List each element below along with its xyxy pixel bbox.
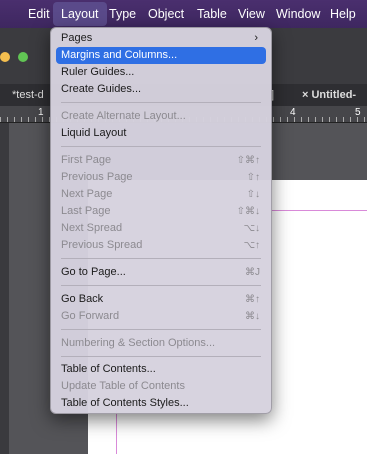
menu-item-previous-spread: Previous Spread ⌥↑ <box>56 237 266 254</box>
ruler-number: 5 <box>355 107 361 118</box>
menu-item-next-page: Next Page ⇧↓ <box>56 186 266 203</box>
menu-item-pages[interactable]: Pages › <box>56 30 266 47</box>
menu-window[interactable]: Window <box>268 0 328 28</box>
menu-item-update-table-of-contents: Update Table of Contents <box>56 378 266 395</box>
menu-item-table-of-contents[interactable]: Table of Contents... <box>56 361 266 378</box>
menu-item-label: Liquid Layout <box>61 127 127 139</box>
menu-item-create-alternate-layout: Create Alternate Layout... <box>56 108 266 125</box>
menu-item-label: Last Page <box>61 205 111 217</box>
menu-separator <box>61 102 261 103</box>
menu-table[interactable]: Table <box>189 0 235 28</box>
menu-bar: Edit Layout Type Object Table View Windo… <box>0 0 367 28</box>
menu-item-label: Ruler Guides... <box>61 66 135 78</box>
menu-item-create-guides[interactable]: Create Guides... <box>56 81 266 98</box>
menu-item-numbering-section-options: Numbering & Section Options... <box>56 335 266 352</box>
menu-type[interactable]: Type <box>101 0 144 28</box>
menu-item-label: Pages <box>61 32 93 44</box>
menu-separator <box>61 258 261 259</box>
menu-item-label: Go Back <box>61 293 104 305</box>
tab-test-document[interactable]: *test-d <box>12 84 44 106</box>
menu-item-label: Margins and Columns... <box>61 49 178 61</box>
menu-item-label: Previous Spread <box>61 239 143 251</box>
zoom-window-icon[interactable] <box>18 52 28 62</box>
shortcut-label: ⇧↑ <box>246 172 260 183</box>
layout-dropdown-menu: Pages › Margins and Columns... Ruler Gui… <box>50 27 272 414</box>
chevron-right-icon: › <box>254 32 258 44</box>
menu-item-label: Table of Contents... <box>61 363 156 375</box>
menu-item-label: Table of Contents Styles... <box>61 397 189 409</box>
margin-guide-horizontal <box>270 210 367 211</box>
menu-item-last-page: Last Page ⇧⌘↓ <box>56 203 266 220</box>
menu-item-ruler-guides[interactable]: Ruler Guides... <box>56 64 266 81</box>
menu-item-go-forward: Go Forward ⌘↓ <box>56 308 266 325</box>
menu-item-margins-and-columns[interactable]: Margins and Columns... <box>56 47 266 64</box>
shortcut-label: ⌥↑ <box>243 240 260 251</box>
shortcut-label: ⌥↓ <box>243 223 260 234</box>
shortcut-label: ⌘↑ <box>245 294 260 305</box>
menu-item-table-of-contents-styles[interactable]: Table of Contents Styles... <box>56 395 266 412</box>
minimize-window-icon[interactable] <box>0 52 10 62</box>
menu-item-label: Previous Page <box>61 171 133 183</box>
menu-object[interactable]: Object <box>140 0 192 28</box>
shortcut-label: ⇧↓ <box>246 189 260 200</box>
menu-separator <box>61 285 261 286</box>
menu-separator <box>61 146 261 147</box>
menu-item-liquid-layout[interactable]: Liquid Layout <box>56 125 266 142</box>
ruler-number: 1 <box>38 107 44 118</box>
shortcut-label: ⌘J <box>245 267 260 278</box>
menu-item-go-back[interactable]: Go Back ⌘↑ <box>56 291 266 308</box>
menu-item-label: First Page <box>61 154 112 166</box>
menu-item-previous-page: Previous Page ⇧↑ <box>56 169 266 186</box>
menu-help[interactable]: Help <box>322 0 364 28</box>
menu-separator <box>61 329 261 330</box>
menu-item-label: Update Table of Contents <box>61 380 185 392</box>
menu-view[interactable]: View <box>230 0 273 28</box>
menu-item-first-page: First Page ⇧⌘↑ <box>56 152 266 169</box>
shortcut-label: ⌘↓ <box>245 311 260 322</box>
menu-item-label: Create Guides... <box>61 83 142 95</box>
menu-item-next-spread: Next Spread ⌥↓ <box>56 220 266 237</box>
tools-panel-edge <box>0 123 9 454</box>
menu-item-go-to-page[interactable]: Go to Page... ⌘J <box>56 264 266 281</box>
margin-guide-vertical <box>116 410 117 454</box>
menu-item-label: Next Spread <box>61 222 123 234</box>
menu-item-label: Create Alternate Layout... <box>61 110 186 122</box>
shortcut-label: ⇧⌘↑ <box>236 155 260 166</box>
menu-item-label: Go to Page... <box>61 266 126 278</box>
menu-item-label: Go Forward <box>61 310 120 322</box>
menu-edit[interactable]: Edit <box>20 0 58 28</box>
menu-layout[interactable]: Layout <box>53 2 107 26</box>
shortcut-label: ⇧⌘↓ <box>236 206 260 217</box>
tab-untitled[interactable]: × Untitled- <box>302 84 356 106</box>
ruler-number: 4 <box>290 107 296 118</box>
menu-separator <box>61 356 261 357</box>
menu-item-label: Numbering & Section Options... <box>61 337 216 349</box>
menu-item-label: Next Page <box>61 188 113 200</box>
